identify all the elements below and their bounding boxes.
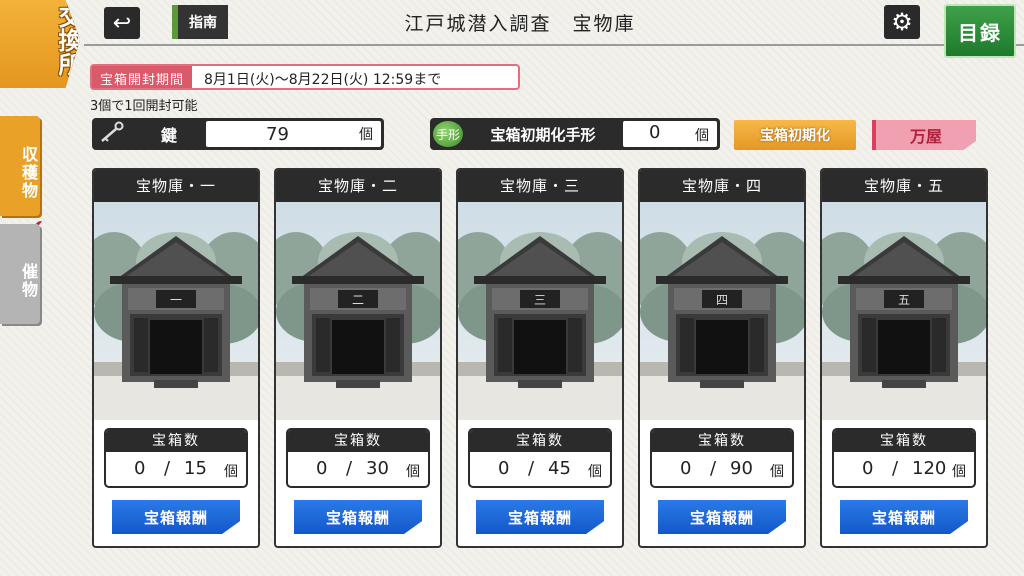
chest-count-current: 0	[498, 458, 510, 479]
chest-count-value: 0 / 30 個	[288, 452, 428, 486]
vault-title: 宝物庫・三	[458, 170, 622, 202]
side-tab-harvest[interactable]: 収穫物	[0, 116, 40, 216]
key-label: 鍵	[160, 126, 177, 145]
chest-count-label: 宝箱数	[652, 430, 792, 452]
chest-count-box: 宝箱数 0 / 30 個	[286, 428, 430, 488]
key-count: 79	[266, 123, 289, 145]
reset-ticket-counter: 手形 宝箱初期化手形 0 個	[430, 118, 720, 150]
chest-count-box: 宝箱数 0 / 45 個	[468, 428, 612, 488]
vault-plaque: 五	[898, 293, 910, 307]
chest-count-value: 0 / 15 個	[106, 452, 246, 486]
catalog-button[interactable]: 目録	[944, 4, 1016, 58]
vault-plaque: 一	[170, 293, 182, 307]
storehouse-illustration: 四	[640, 202, 804, 420]
chest-reward-button[interactable]: 宝箱報酬	[840, 500, 968, 534]
period-label: 宝箱開封期間	[92, 66, 193, 88]
reset-ticket-unit: 個	[695, 128, 709, 144]
guide-button[interactable]: 指南	[172, 5, 228, 39]
chest-count-value: 0 / 120 個	[834, 452, 974, 486]
chest-reward-button[interactable]: 宝箱報酬	[112, 500, 240, 534]
vault-plaque: 三	[534, 293, 546, 307]
storehouse-illustration: 二	[276, 202, 440, 420]
chest-count-label: 宝箱数	[106, 430, 246, 452]
reset-ticket-icon: 手形	[433, 121, 463, 147]
chest-count-slash: /	[164, 458, 171, 479]
chest-count-slash: /	[710, 458, 717, 479]
chest-count-value: 0 / 90 個	[652, 452, 792, 486]
chest-count-value: 0 / 45 個	[470, 452, 610, 486]
chest-reward-button[interactable]: 宝箱報酬	[658, 500, 786, 534]
storehouse-illustration: 三	[458, 202, 622, 420]
reset-ticket-label: 宝箱初期化手形	[490, 125, 596, 144]
storehouse-illustration: 五	[822, 202, 986, 420]
chest-count-slash: /	[528, 458, 535, 479]
open-rule-note: 3個で1回開封可能	[90, 99, 198, 114]
chest-count-max: 120	[912, 458, 947, 479]
side-tab-event[interactable]: 催物	[0, 224, 40, 324]
back-arrow-icon: ↩	[112, 10, 132, 36]
chest-count-box: 宝箱数 0 / 15 個	[104, 428, 248, 488]
chest-count-label: 宝箱数	[288, 430, 428, 452]
chest-count-slash: /	[892, 458, 899, 479]
chest-count-label: 宝箱数	[470, 430, 610, 452]
chest-count-max: 30	[366, 458, 389, 479]
chest-count-unit: 個	[770, 464, 784, 480]
key-counter: 鍵 79 個	[92, 118, 384, 150]
period-value: 8月1日(火)〜8月22日(火) 12:59まで	[204, 72, 442, 88]
vault-card-5[interactable]: 宝物庫・五 五 宝箱数 0 / 120 個 宝箱報酬	[820, 168, 988, 548]
chest-count-max: 15	[184, 458, 207, 479]
chest-count-unit: 個	[406, 464, 420, 480]
key-icon	[92, 121, 132, 148]
chest-count-box: 宝箱数 0 / 120 個	[832, 428, 976, 488]
page-title: 江戸城潜入調査 宝物庫	[404, 13, 636, 35]
key-unit: 個	[359, 127, 373, 143]
shop-button[interactable]: 万屋	[872, 120, 976, 150]
chest-count-unit: 個	[588, 464, 602, 480]
back-button[interactable]: ↩	[104, 7, 140, 39]
chest-count-box: 宝箱数 0 / 90 個	[650, 428, 794, 488]
open-period: 宝箱開封期間 8月1日(火)〜8月22日(火) 12:59まで	[90, 64, 521, 90]
vault-card-3[interactable]: 宝物庫・三 三 宝箱数 0 / 45 個 宝箱報酬	[456, 168, 624, 548]
chest-reward-button[interactable]: 宝箱報酬	[476, 500, 604, 534]
vault-title: 宝物庫・四	[640, 170, 804, 202]
vault-title: 宝物庫・一	[94, 170, 258, 202]
chest-count-label: 宝箱数	[834, 430, 974, 452]
chest-count-current: 0	[862, 458, 874, 479]
vault-title: 宝物庫・五	[822, 170, 986, 202]
chest-count-unit: 個	[952, 464, 966, 480]
header-divider	[84, 44, 1024, 46]
vault-card-1[interactable]: 宝物庫・一 一 宝箱数 0 / 15 個 宝箱報酬	[92, 168, 260, 548]
chest-reward-button[interactable]: 宝箱報酬	[294, 500, 422, 534]
gear-icon: ⚙	[891, 8, 913, 36]
chest-count-slash: /	[346, 458, 353, 479]
vault-plaque: 二	[352, 293, 364, 307]
exchange-corner-tab[interactable]: 交換所	[0, 0, 80, 88]
vault-plaque: 四	[716, 293, 728, 307]
chest-count-current: 0	[316, 458, 328, 479]
settings-button[interactable]: ⚙	[884, 5, 920, 39]
chest-reset-button[interactable]: 宝箱初期化	[734, 120, 856, 150]
vault-card-2[interactable]: 宝物庫・二 二 宝箱数 0 / 30 個 宝箱報酬	[274, 168, 442, 548]
key-value-box: 79 個	[206, 121, 381, 147]
reset-ticket-count: 0	[649, 122, 661, 143]
chest-count-max: 90	[730, 458, 753, 479]
chest-count-max: 45	[548, 458, 571, 479]
vault-card-4[interactable]: 宝物庫・四 四 宝箱数 0 / 90 個 宝箱報酬	[638, 168, 806, 548]
chest-count-unit: 個	[224, 464, 238, 480]
chest-count-current: 0	[134, 458, 146, 479]
vault-title: 宝物庫・二	[276, 170, 440, 202]
reset-ticket-value-box: 0 個	[623, 121, 717, 147]
storehouse-illustration: 一	[94, 202, 258, 420]
chest-count-current: 0	[680, 458, 692, 479]
